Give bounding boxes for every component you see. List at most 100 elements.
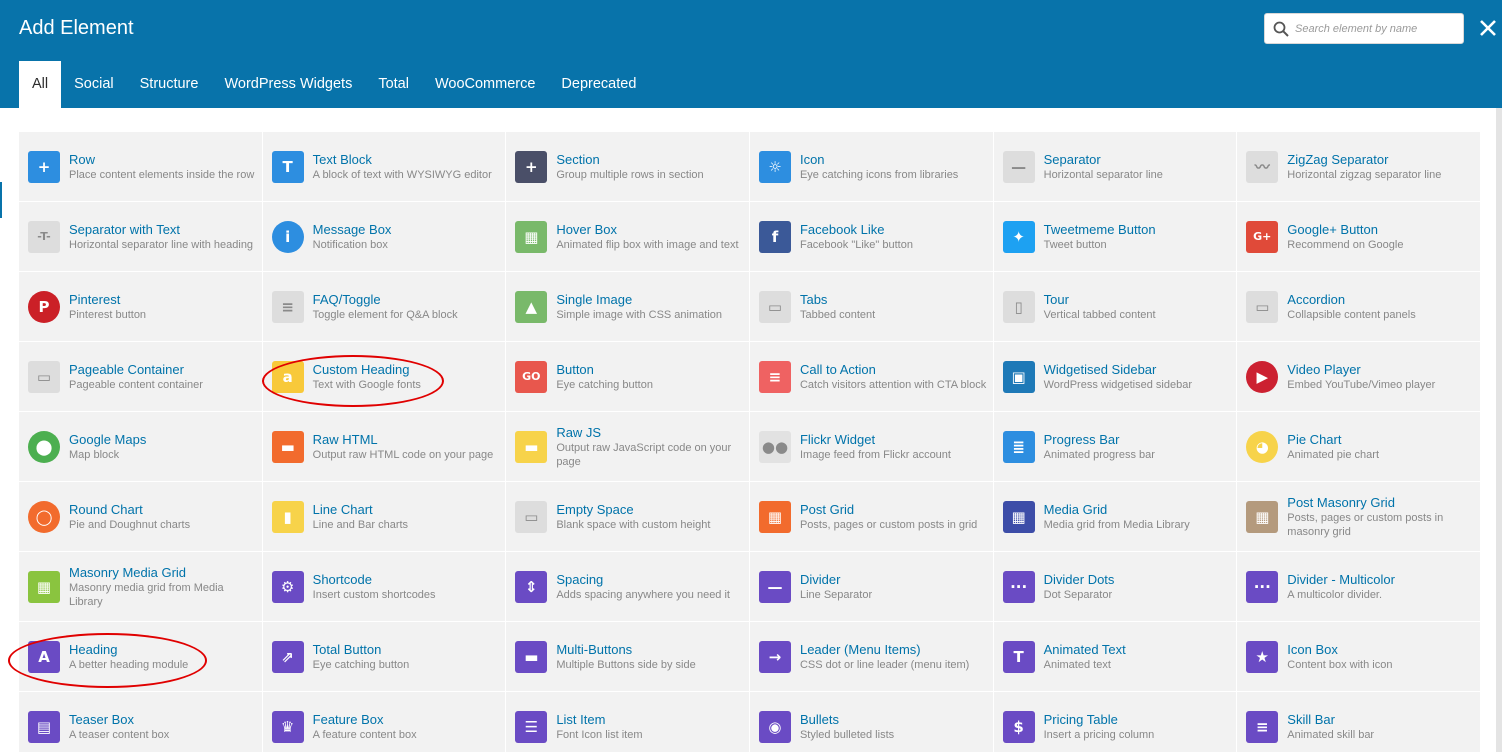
element-total-button[interactable]: ⇗ Total Button Eye catching button (262, 622, 507, 692)
element-pie-chart[interactable]: ◕ Pie Chart Animated pie chart (1237, 412, 1481, 482)
element-teaser-box[interactable]: ▤ Teaser Box A teaser content box (19, 692, 263, 752)
element-progress-bar[interactable]: ≣ Progress Bar Animated progress bar (993, 412, 1238, 482)
tab-wordpress-widgets[interactable]: WordPress Widgets (211, 61, 365, 108)
tab-total[interactable]: Total (365, 61, 422, 108)
tab-woocommerce[interactable]: WooCommerce (422, 61, 548, 108)
element-text: Google Maps Map block (69, 432, 152, 462)
category-tabs: All Social Structure WordPress Widgets T… (19, 61, 649, 108)
element-pinterest[interactable]: P Pinterest Pinterest button (19, 272, 263, 342)
sidebar-icon: ▣ (1002, 360, 1035, 393)
element-raw-js[interactable]: ▬ Raw JS Output raw JavaScript code on you… (506, 412, 750, 482)
element-masonry-media-grid[interactable]: ▦ Masonry Media Grid Masonry media grid fr… (19, 552, 263, 622)
tab-deprecated[interactable]: Deprecated (548, 61, 649, 108)
empty-space-icon: ▭ (515, 500, 548, 533)
element-post-grid[interactable]: ▦ Post Grid Posts, pages or custom posts i… (749, 482, 994, 552)
element-name: Pinterest (69, 291, 121, 307)
element-section[interactable]: + Section Group multiple rows in section (506, 132, 750, 202)
element-row[interactable]: + Row Place content elements inside the ro… (19, 132, 263, 202)
search-box[interactable] (1264, 13, 1464, 44)
element-tabs[interactable]: ▭ Tabs Tabbed content (749, 272, 994, 342)
element-faq-toggle[interactable]: ≡ FAQ/Toggle Toggle element for Q&A block (262, 272, 507, 342)
element-description: A teaser content box (69, 728, 170, 741)
heading-a-icon: A (28, 640, 60, 673)
element-tweetmeme-button[interactable]: ✦ Tweetmeme Button Tweet button (993, 202, 1238, 272)
element-name: Text Block (312, 151, 372, 167)
raw-js-icon: ▬ (515, 430, 548, 463)
element-media-grid[interactable]: ▦ Media Grid Media grid from Media Library (993, 482, 1238, 552)
element-call-to-action[interactable]: ≡ Call to Action Catch visitors attention … (749, 342, 994, 412)
element-facebook-like[interactable]: f Facebook Like Facebook "Like" button (749, 202, 994, 272)
element-button[interactable]: GO Button Eye catching button (506, 342, 750, 412)
element-hover-box[interactable]: ▦ Hover Box Animated flip box with image a… (506, 202, 750, 272)
element-description: Line and Bar charts (312, 518, 409, 531)
element-description: Toggle element for Q&A block (312, 308, 458, 321)
scrollbar[interactable] (1496, 108, 1502, 752)
element-custom-heading[interactable]: a Custom Heading Text with Google fonts (262, 342, 507, 412)
element-description: Eye catching button (312, 658, 410, 671)
element-spacing[interactable]: ⇕ Spacing Adds spacing anywhere you need i… (506, 552, 750, 622)
element-zigzag-separator[interactable]: 〰 ZigZag Separator Horizontal zigzag separ… (1237, 132, 1481, 202)
element-description: Media grid from Media Library (1043, 518, 1190, 531)
element-google-button[interactable]: G+ Google+ Button Recommend on Google (1237, 202, 1481, 272)
element-list-item[interactable]: ☰ List Item Font Icon list item (506, 692, 750, 752)
sun-icon: ☼ (758, 150, 791, 183)
element-bullets[interactable]: ◉ Bullets Styled bulleted lists (749, 692, 994, 752)
element-round-chart[interactable]: ◯ Round Chart Pie and Doughnut charts (19, 482, 263, 552)
element-animated-text[interactable]: T Animated Text Animated text (993, 622, 1238, 692)
progress-bar-icon: ≣ (1002, 430, 1035, 463)
element-icon[interactable]: ☼ Icon Eye catching icons from libraries (749, 132, 994, 202)
element-video-player[interactable]: ▶ Video Player Embed YouTube/Vimeo player (1237, 342, 1481, 412)
button-go-icon: GO (515, 360, 548, 393)
element-name: List Item (556, 711, 606, 727)
element-text: Button Eye catching button (556, 362, 659, 392)
element-message-box[interactable]: i Message Box Notification box (262, 202, 507, 272)
tour-icon: ▯ (1002, 290, 1035, 323)
tab-structure[interactable]: Structure (127, 61, 212, 108)
close-icon[interactable] (1477, 17, 1499, 39)
element-description: Dot Separator (1043, 588, 1113, 601)
element-text-block[interactable]: T Text Block A block of text with WYSIWYG … (262, 132, 507, 202)
bullseye-icon: ◉ (758, 710, 791, 743)
zigzag-icon: 〰 (1246, 150, 1279, 183)
element-divider[interactable]: — Divider Line Separator (749, 552, 994, 622)
element-shortcode[interactable]: ⚙ Shortcode Insert custom shortcodes (262, 552, 507, 622)
element-raw-html[interactable]: ▬ Raw HTML Output raw HTML code on your pa… (262, 412, 507, 482)
gear-icon: ⚙ (271, 570, 304, 603)
element-pageable-container[interactable]: ▭ Pageable Container Pageable content cont… (19, 342, 263, 412)
element-pricing-table[interactable]: $ Pricing Table Insert a pricing column (993, 692, 1238, 752)
element-skill-bar[interactable]: ≡ Skill Bar Animated skill bar (1237, 692, 1481, 752)
separator-line-icon: — (1002, 150, 1035, 183)
element-text: Message Box Notification box (313, 222, 398, 252)
element-icon-box[interactable]: ★ Icon Box Content box with icon (1237, 622, 1481, 692)
element-text: Post Grid Posts, pages or custom posts in… (800, 502, 983, 532)
element-text: Pricing Table Insert a pricing column (1044, 712, 1161, 742)
element-tour[interactable]: ▯ Tour Vertical tabbed content (993, 272, 1238, 342)
element-post-masonry-grid[interactable]: ▦ Post Masonry Grid Posts, pages or custom… (1237, 482, 1481, 552)
element-leader-menu-items[interactable]: → Leader (Menu Items) CSS dot or line lead… (749, 622, 994, 692)
element-name: ZigZag Separator (1287, 151, 1389, 167)
element-accordion[interactable]: ▭ Accordion Collapsible content panels (1237, 272, 1481, 342)
element-multi-buttons[interactable]: ▬ Multi-Buttons Multiple Buttons side by s… (506, 622, 750, 692)
tab-social[interactable]: Social (61, 61, 127, 108)
element-text: Leader (Menu Items) CSS dot or line leade… (800, 642, 975, 672)
element-name: Widgetised Sidebar (1043, 361, 1157, 377)
element-separator-with-text[interactable]: -T- Separator with Text Horizontal separat… (19, 202, 263, 272)
tab-all[interactable]: All (19, 61, 62, 108)
element-divider-multicolor[interactable]: ··· Divider - Multicolor A multicolor divi… (1237, 552, 1481, 622)
element-flickr-widget[interactable]: ●● Flickr Widget Image feed from Flickr ac… (749, 412, 994, 482)
element-feature-box[interactable]: ♛ Feature Box A feature content box (262, 692, 507, 752)
element-widgetised-sidebar[interactable]: ▣ Widgetised Sidebar WordPress widgetised … (993, 342, 1238, 412)
element-google-maps[interactable]: ⬤ Google Maps Map block (19, 412, 263, 482)
element-text: Separator with Text Horizontal separator … (69, 222, 259, 252)
element-divider-dots[interactable]: ··· Divider Dots Dot Separator (993, 552, 1238, 622)
element-heading[interactable]: A Heading A better heading module (19, 622, 263, 692)
masonry-media-icon: ▦ (28, 570, 60, 603)
element-description: Tweet button (1043, 238, 1107, 251)
element-description: Animated skill bar (1287, 728, 1375, 741)
search-input[interactable] (1295, 18, 1459, 40)
element-single-image[interactable]: ▲ Single Image Simple image with CSS anima… (506, 272, 750, 342)
element-separator[interactable]: — Separator Horizontal separator line (993, 132, 1238, 202)
element-line-chart[interactable]: ▮ Line Chart Line and Bar charts (262, 482, 507, 552)
element-empty-space[interactable]: ▭ Empty Space Blank space with custom heig… (506, 482, 750, 552)
separator-text-icon: -T- (28, 220, 60, 253)
